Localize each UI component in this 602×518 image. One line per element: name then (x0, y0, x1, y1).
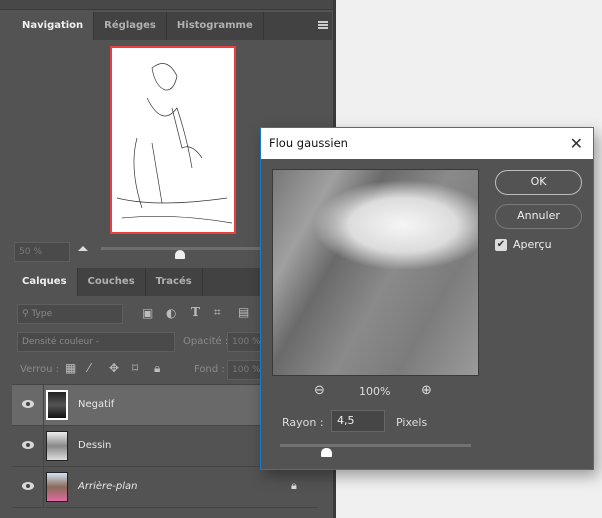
opacity-label: Opacité : (183, 336, 229, 347)
preview-checkbox[interactable]: ✔ (495, 239, 507, 251)
zoom-in-icon[interactable]: ⊕ (421, 383, 432, 398)
layer-thumbnail (46, 472, 68, 502)
navigator-thumbnail[interactable] (110, 46, 236, 234)
tab-navigation[interactable]: Navigation (12, 12, 95, 40)
layer-name: Dessin (78, 440, 112, 451)
layer-name: Arrière-plan (78, 481, 138, 492)
type-filter-icon[interactable]: T (191, 305, 200, 319)
lock-move-icon[interactable]: ✥ (109, 361, 119, 375)
lock-all-icon[interactable]: 🔒︎ (154, 361, 160, 376)
visibility-eye-icon[interactable] (22, 482, 34, 490)
cancel-button[interactable]: Annuler (495, 204, 582, 229)
layer-filter-select[interactable]: ⚲ Type (17, 304, 123, 324)
radius-unit: Pixels (396, 416, 428, 429)
smart-object-filter-icon[interactable]: ▤ (238, 305, 249, 319)
lock-transparency-icon[interactable]: ▦ (65, 361, 76, 375)
ok-button[interactable]: OK (495, 170, 582, 195)
zoom-out-icon[interactable]: ⊖ (314, 383, 325, 398)
fill-label: Fond : (194, 364, 225, 375)
shape-filter-icon[interactable]: ⌗ (214, 305, 221, 320)
lock-artboard-icon[interactable]: ⌑ (132, 361, 138, 375)
radius-input[interactable]: 4,5 (331, 410, 385, 432)
adjustment-filter-icon[interactable]: ◐ (166, 306, 176, 320)
preview-label: Aperçu (513, 238, 552, 251)
tab-couches[interactable]: Couches (78, 268, 146, 296)
gaussian-blur-dialog: Flou gaussien ✕ OK Annuler ✔ Aperçu ⊖ 10… (260, 127, 594, 470)
blend-mode-select[interactable]: Densité couleur - (17, 332, 175, 352)
dialog-title: Flou gaussien (269, 136, 348, 150)
tab-calques[interactable]: Calques (12, 268, 78, 296)
zoom-out-mountain-icon[interactable] (78, 246, 88, 251)
visibility-eye-icon[interactable] (22, 400, 34, 408)
sketch-image (116, 63, 233, 224)
lock-icon: 🔒︎ (291, 479, 297, 492)
radius-label: Rayon : (282, 416, 324, 429)
pixel-filter-icon[interactable]: ▣ (142, 306, 153, 320)
navigator-slider-thumb[interactable] (175, 250, 185, 259)
navigator-tabbar: Navigation Réglages Histogramme (12, 12, 332, 40)
layer-thumbnail (46, 431, 68, 461)
tab-reglages[interactable]: Réglages (94, 12, 167, 40)
radius-slider-thumb[interactable] (320, 448, 332, 457)
layer-thumbnail (46, 390, 68, 420)
blur-preview[interactable] (272, 169, 479, 376)
panel-menu-icon[interactable] (318, 21, 328, 29)
top-strip (0, 0, 333, 10)
layer-name: Negatif (78, 399, 115, 410)
dialog-titlebar: Flou gaussien ✕ (261, 128, 593, 159)
radius-slider[interactable] (280, 444, 471, 447)
tab-traces[interactable]: Tracés (146, 268, 203, 296)
visibility-eye-icon[interactable] (22, 441, 34, 449)
layer-row-arriere-plan[interactable]: Arrière-plan 🔒︎ (12, 467, 318, 508)
zoom-level: 100% (359, 385, 391, 398)
close-icon[interactable]: ✕ (570, 128, 583, 159)
tab-histogramme[interactable]: Histogramme (167, 12, 264, 40)
lock-brush-icon[interactable]: ⁄ (88, 361, 90, 375)
lock-label: Verrou : (20, 364, 60, 375)
navigator-zoom-field[interactable]: 50 % (14, 242, 70, 262)
